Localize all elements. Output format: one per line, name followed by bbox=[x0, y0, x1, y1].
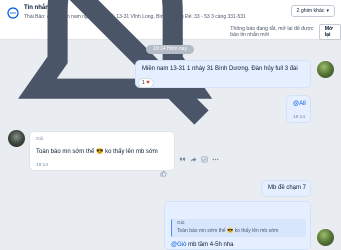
more-options-icon[interactable] bbox=[212, 156, 219, 163]
message-text: Toàn báo mn sớm thế 😎 ko thấy lên mb sớm bbox=[36, 148, 158, 155]
message-text: Mb đề chạm 7 bbox=[268, 185, 307, 191]
cool-emoji-icon: 😎 bbox=[95, 149, 104, 155]
notification-text: Thông báo đang tắt, mở lại để được báo t… bbox=[230, 25, 314, 38]
chevron-down-icon: ▾ bbox=[326, 8, 329, 14]
like-icon[interactable] bbox=[160, 170, 167, 177]
sender-name: Giò bbox=[36, 137, 44, 142]
notification-bar: Thông báo đang tắt, mở lại để được báo t… bbox=[0, 0, 341, 125]
message-actions bbox=[179, 156, 219, 163]
message-bubble-outgoing[interactable]: @All 19:14 bbox=[286, 95, 311, 123]
message-bubble-outgoing[interactable]: Giò Toàn báo mn sớm thế 😎 ko thấy lên mb… bbox=[164, 201, 311, 250]
quoted-message[interactable]: Giò Toàn báo mn sớm thế 😎 ko thấy lên mb… bbox=[171, 219, 306, 237]
time-divider: 19:14 Hôm nay bbox=[146, 45, 194, 54]
message-bubble-outgoing[interactable]: Miền nam 13-31 1 nháy 31 Bình Dương. Đàn… bbox=[135, 60, 311, 88]
quote-icon[interactable] bbox=[179, 156, 186, 163]
task-icon[interactable] bbox=[201, 156, 208, 163]
more-pins-button[interactable]: 2 ghim khác ▾ bbox=[290, 5, 335, 17]
heart-icon: ♥ bbox=[146, 80, 150, 86]
message-text-part: Toàn báo mn sớm thế bbox=[36, 149, 95, 155]
message-bubble-outgoing[interactable]: Mb đề chạm 7 bbox=[261, 180, 311, 197]
avatar[interactable] bbox=[8, 130, 25, 147]
more-pins-label: 2 ghim khác bbox=[296, 8, 325, 14]
mention-all[interactable]: @All bbox=[293, 101, 306, 107]
message-text: @Giò mb tầm 4-5h nha bbox=[171, 242, 233, 248]
forward-icon[interactable] bbox=[190, 156, 197, 163]
message-text-part: mb tầm 4-5h nha bbox=[186, 242, 234, 248]
quoted-text: Toàn báo mn sớm thế 😎 ko thấy lên mb sớm bbox=[177, 228, 279, 234]
avatar[interactable] bbox=[317, 229, 334, 246]
quoted-sender: Giò bbox=[177, 221, 185, 226]
mention-user[interactable]: @Giò bbox=[171, 242, 186, 248]
reopen-notifications-button[interactable]: Mở lại bbox=[318, 23, 341, 40]
message-time: 19:14 bbox=[36, 163, 49, 168]
avatar[interactable] bbox=[317, 61, 334, 78]
reaction-badge[interactable]: 1 ♥ bbox=[138, 78, 154, 88]
message-time: 19:14 bbox=[293, 115, 306, 120]
message-text-part: ko thấy lên mb sớm bbox=[105, 149, 158, 155]
message-bubble-incoming[interactable]: Giò Toàn báo mn sớm thế 😎 ko thấy lên mb… bbox=[29, 131, 175, 171]
reaction-count: 1 bbox=[142, 80, 145, 86]
message-text: Miền nam 13-31 1 nháy 31 Bình Dương. Đàn… bbox=[142, 66, 298, 72]
